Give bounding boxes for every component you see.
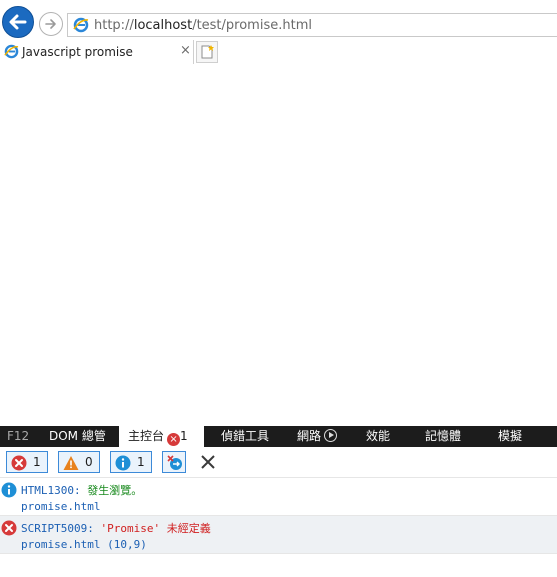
address-bar[interactable]: http://localhost/test/promise.html <box>67 13 557 37</box>
tab-network-label: 網路 <box>297 429 322 443</box>
back-button[interactable] <box>2 6 34 38</box>
clear-on-navigate-button[interactable] <box>162 451 186 473</box>
arrow-left-icon <box>9 14 27 30</box>
new-tab-button[interactable] <box>196 41 218 63</box>
warning-icon <box>63 456 79 470</box>
devtools-panel: F12 DOM 總管 主控台×1 偵錯工具 網路 效能 記憶體 模擬 1 0 <box>0 426 557 577</box>
info-filter-button[interactable]: 1 <box>110 451 152 473</box>
console-message-info: HTML1300: 發生瀏覽。 promise.html <box>0 478 557 516</box>
tab-debugger[interactable]: 偵錯工具 <box>221 426 269 447</box>
tab-console[interactable]: 主控台 × 1 <box>119 426 204 447</box>
warnings-count: 0 <box>85 455 93 469</box>
record-play-icon <box>324 429 338 442</box>
message-code: SCRIPT5009: <box>21 522 94 535</box>
warnings-filter-button[interactable]: 0 <box>58 451 100 473</box>
tab-bar: Javascript promise × <box>0 40 557 65</box>
console-output: HTML1300: 發生瀏覽。 promise.html SCRIPT5009:… <box>0 478 557 554</box>
ie-page-icon <box>73 17 89 33</box>
tab-title: Javascript promise <box>22 45 133 59</box>
message-body: 'Promise' 未經定義 <box>100 522 211 535</box>
info-icon <box>1 482 17 498</box>
clear-console-icon[interactable] <box>198 452 218 472</box>
message-code: HTML1300: <box>21 484 81 497</box>
tab-close-icon[interactable]: × <box>180 43 191 59</box>
forward-button[interactable] <box>39 12 63 36</box>
tab-dom-explorer[interactable]: DOM 總管 <box>49 426 106 447</box>
url-text: http://localhost/test/promise.html <box>94 18 312 33</box>
error-icon: × <box>167 433 181 446</box>
console-error-count: 1 <box>180 429 188 443</box>
browser-tab[interactable]: Javascript promise × <box>0 40 194 64</box>
arrow-right-icon <box>45 19 56 29</box>
message-source-link[interactable]: promise.html <box>21 500 100 513</box>
console-message-error: SCRIPT5009: 'Promise' 未經定義 promise.html … <box>0 516 557 554</box>
console-toolbar: 1 0 1 <box>0 447 557 478</box>
browser-nav-bar: http://localhost/test/promise.html <box>0 0 557 40</box>
error-icon <box>11 455 27 471</box>
tab-performance[interactable]: 效能 <box>366 426 390 447</box>
message-source-link[interactable]: promise.html (10,9) <box>21 538 147 551</box>
devtools-tab-bar: F12 DOM 總管 主控台 × 1 偵錯工具 網路 效能 記憶體 模擬 <box>0 426 557 447</box>
message-body: 發生瀏覽。 <box>87 484 143 497</box>
errors-filter-button[interactable]: 1 <box>6 451 48 473</box>
ie-page-icon <box>4 44 19 59</box>
errors-count: 1 <box>33 455 41 469</box>
message-text: HTML1300: 發生瀏覽。 <box>21 482 142 498</box>
clear-on-navigate-icon <box>167 455 182 470</box>
tab-emulation[interactable]: 模擬 <box>498 426 522 447</box>
info-count: 1 <box>137 455 145 469</box>
tab-memory[interactable]: 記憶體 <box>425 426 461 447</box>
message-text: SCRIPT5009: 'Promise' 未經定義 <box>21 520 211 536</box>
error-icon <box>1 520 17 536</box>
tab-console-label: 主控台 <box>128 429 165 443</box>
info-icon <box>115 455 131 471</box>
devtools-label: F12 <box>7 429 30 443</box>
tab-network[interactable]: 網路 <box>297 426 338 447</box>
new-tab-icon <box>201 45 214 59</box>
